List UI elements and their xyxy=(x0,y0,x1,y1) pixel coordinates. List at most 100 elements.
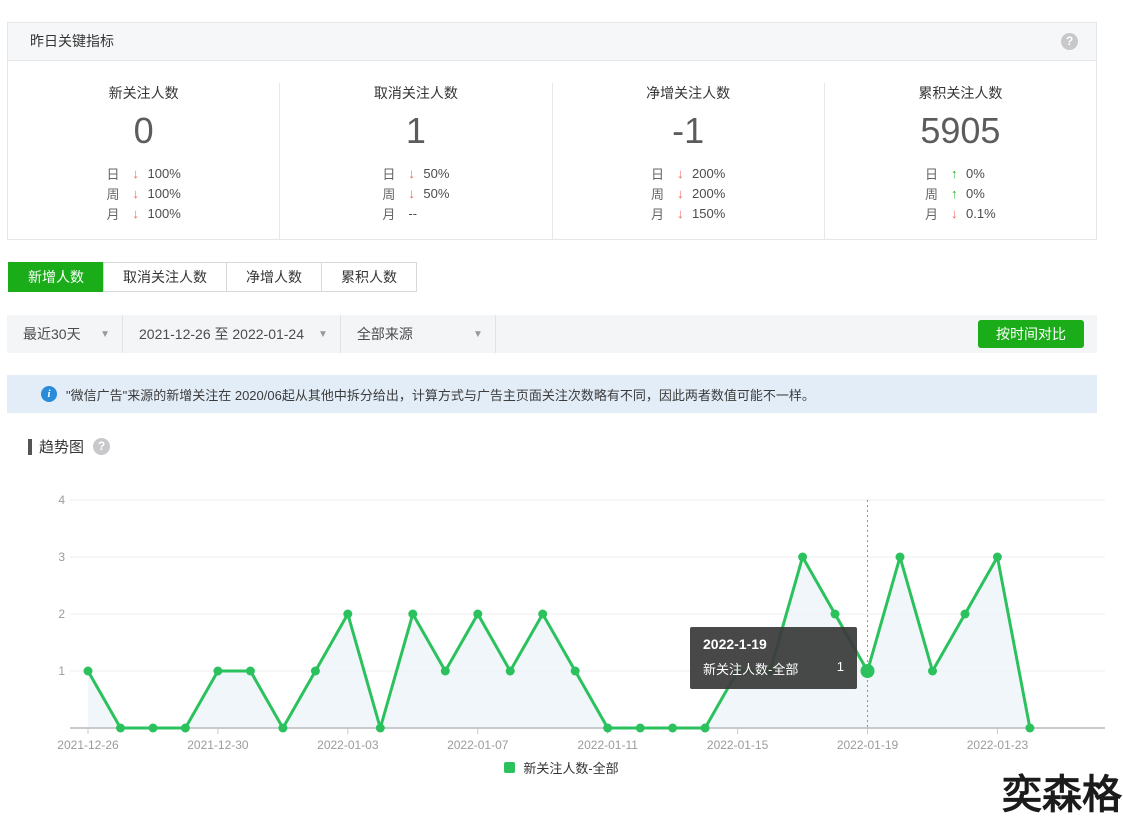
trend-value: 0% xyxy=(966,166,985,181)
data-point[interactable] xyxy=(311,667,320,676)
data-point[interactable] xyxy=(928,667,937,676)
tooltip-value: 1 xyxy=(837,659,844,678)
x-axis-label: 2022-01-15 xyxy=(707,738,769,752)
metric-trend-rows: 日↑0%周↑0%月↓0.1% xyxy=(925,163,996,223)
metric-trend-row: 月-- xyxy=(382,203,449,223)
metric-trend-rows: 日↓200%周↓200%月↓150% xyxy=(651,163,725,223)
metric-trend-row: 周↑0% xyxy=(925,183,996,203)
tab-0[interactable]: 新增人数 xyxy=(8,262,104,292)
data-point[interactable] xyxy=(181,724,190,733)
metric-trend-row: 月↓0.1% xyxy=(925,203,996,223)
x-axis-label: 2022-01-19 xyxy=(837,738,899,752)
dropdown-date-range[interactable]: 2021-12-26 至 2022-01-24▼ xyxy=(123,315,341,353)
data-point[interactable] xyxy=(376,724,385,733)
trend-help-icon[interactable]: ? xyxy=(93,438,110,455)
data-point[interactable] xyxy=(84,667,93,676)
data-point[interactable] xyxy=(993,553,1002,562)
period-label: 周 xyxy=(925,184,951,203)
trend-value: 100% xyxy=(148,186,181,201)
down-arrow-icon: ↓ xyxy=(408,166,423,181)
period-label: 月 xyxy=(107,204,133,223)
up-arrow-icon: ↑ xyxy=(951,186,966,201)
metric-tabs: 新增人数取消关注人数净增人数累积人数 xyxy=(8,262,417,292)
dropdown-label: 最近30天 xyxy=(23,324,81,344)
x-axis-label: 2022-01-03 xyxy=(317,738,379,752)
compare-by-time-button[interactable]: 按时间对比 xyxy=(978,320,1084,348)
metric-trend-row: 周↓100% xyxy=(107,183,181,203)
metric-trend-row: 日↓50% xyxy=(382,163,449,183)
metric-trend-row: 月↓150% xyxy=(651,203,725,223)
data-point[interactable] xyxy=(701,724,710,733)
data-point[interactable] xyxy=(149,724,158,733)
data-point[interactable] xyxy=(116,724,125,733)
data-point[interactable] xyxy=(343,610,352,619)
trend-value: 50% xyxy=(423,166,449,181)
data-point[interactable] xyxy=(441,667,450,676)
chevron-down-icon: ▼ xyxy=(318,329,328,340)
legend-label: 新关注人数-全部 xyxy=(523,758,618,777)
tab-2[interactable]: 净增人数 xyxy=(226,262,322,292)
metric-card: 取消关注人数1日↓50%周↓50%月-- xyxy=(279,83,551,239)
data-point[interactable] xyxy=(1025,724,1034,733)
metric-title: 累积关注人数 xyxy=(825,83,1096,103)
dropdown-source[interactable]: 全部来源▼ xyxy=(341,315,496,353)
y-axis-label: 3 xyxy=(58,550,65,564)
data-point[interactable] xyxy=(831,610,840,619)
down-arrow-icon: ↓ xyxy=(951,206,966,221)
data-point[interactable] xyxy=(603,724,612,733)
metric-card: 净增关注人数-1日↓200%周↓200%月↓150% xyxy=(552,83,824,239)
data-point[interactable] xyxy=(798,553,807,562)
tooltip-series-label: 新关注人数-全部 xyxy=(703,659,798,678)
trend-section-title: 趋势图 ? xyxy=(28,436,110,457)
metric-trend-rows: 日↓50%周↓50%月-- xyxy=(382,163,449,223)
period-label: 日 xyxy=(651,164,677,183)
tab-3[interactable]: 累积人数 xyxy=(321,262,417,292)
x-axis-label: 2021-12-30 xyxy=(187,738,249,752)
data-point[interactable] xyxy=(896,553,905,562)
period-label: 月 xyxy=(925,204,951,223)
metric-title: 净增关注人数 xyxy=(553,83,824,103)
data-point[interactable] xyxy=(278,724,287,733)
notice-text: "微信广告"来源的新增关注在 2020/06起从其他中拆分给出，计算方式与广告主… xyxy=(66,385,815,404)
data-point-highlighted[interactable] xyxy=(861,664,875,678)
data-point[interactable] xyxy=(961,610,970,619)
trend-value: -- xyxy=(408,206,417,221)
metric-value: 1 xyxy=(280,105,551,157)
up-arrow-icon: ↑ xyxy=(951,166,966,181)
metric-trend-row: 周↓50% xyxy=(382,183,449,203)
period-label: 周 xyxy=(382,184,408,203)
metric-value: 0 xyxy=(8,105,279,157)
data-point[interactable] xyxy=(506,667,515,676)
metric-trend-rows: 日↓100%周↓100%月↓100% xyxy=(107,163,181,223)
period-label: 日 xyxy=(382,164,408,183)
dropdown-label: 全部来源 xyxy=(357,324,413,344)
data-point[interactable] xyxy=(246,667,255,676)
x-axis-label: 2022-01-07 xyxy=(447,738,509,752)
data-point[interactable] xyxy=(571,667,580,676)
down-arrow-icon: ↓ xyxy=(677,186,692,201)
help-icon[interactable]: ? xyxy=(1061,33,1078,50)
data-point[interactable] xyxy=(668,724,677,733)
trend-value: 150% xyxy=(692,206,725,221)
metrics-body: 新关注人数0日↓100%周↓100%月↓100%取消关注人数1日↓50%周↓50… xyxy=(8,61,1096,239)
title-marker xyxy=(28,439,32,455)
tab-1[interactable]: 取消关注人数 xyxy=(103,262,227,292)
key-metrics-header: 昨日关键指标 ? xyxy=(8,23,1096,61)
metric-trend-row: 周↓200% xyxy=(651,183,725,203)
period-label: 月 xyxy=(651,204,677,223)
x-axis-label: 2021-12-26 xyxy=(57,738,119,752)
metric-title: 取消关注人数 xyxy=(280,83,551,103)
data-point[interactable] xyxy=(473,610,482,619)
dropdown-date-range-preset[interactable]: 最近30天 ▼ xyxy=(7,315,123,353)
data-point[interactable] xyxy=(408,610,417,619)
metric-trend-row: 日↓100% xyxy=(107,163,181,183)
trend-value: 0% xyxy=(966,186,985,201)
data-point[interactable] xyxy=(636,724,645,733)
data-point[interactable] xyxy=(213,667,222,676)
data-point[interactable] xyxy=(538,610,547,619)
chevron-down-icon: ▼ xyxy=(100,329,110,340)
down-arrow-icon: ↓ xyxy=(133,186,148,201)
chart-legend[interactable]: 新关注人数-全部 xyxy=(0,758,1123,776)
metric-value: 5905 xyxy=(825,105,1096,157)
metric-title: 新关注人数 xyxy=(8,83,279,103)
